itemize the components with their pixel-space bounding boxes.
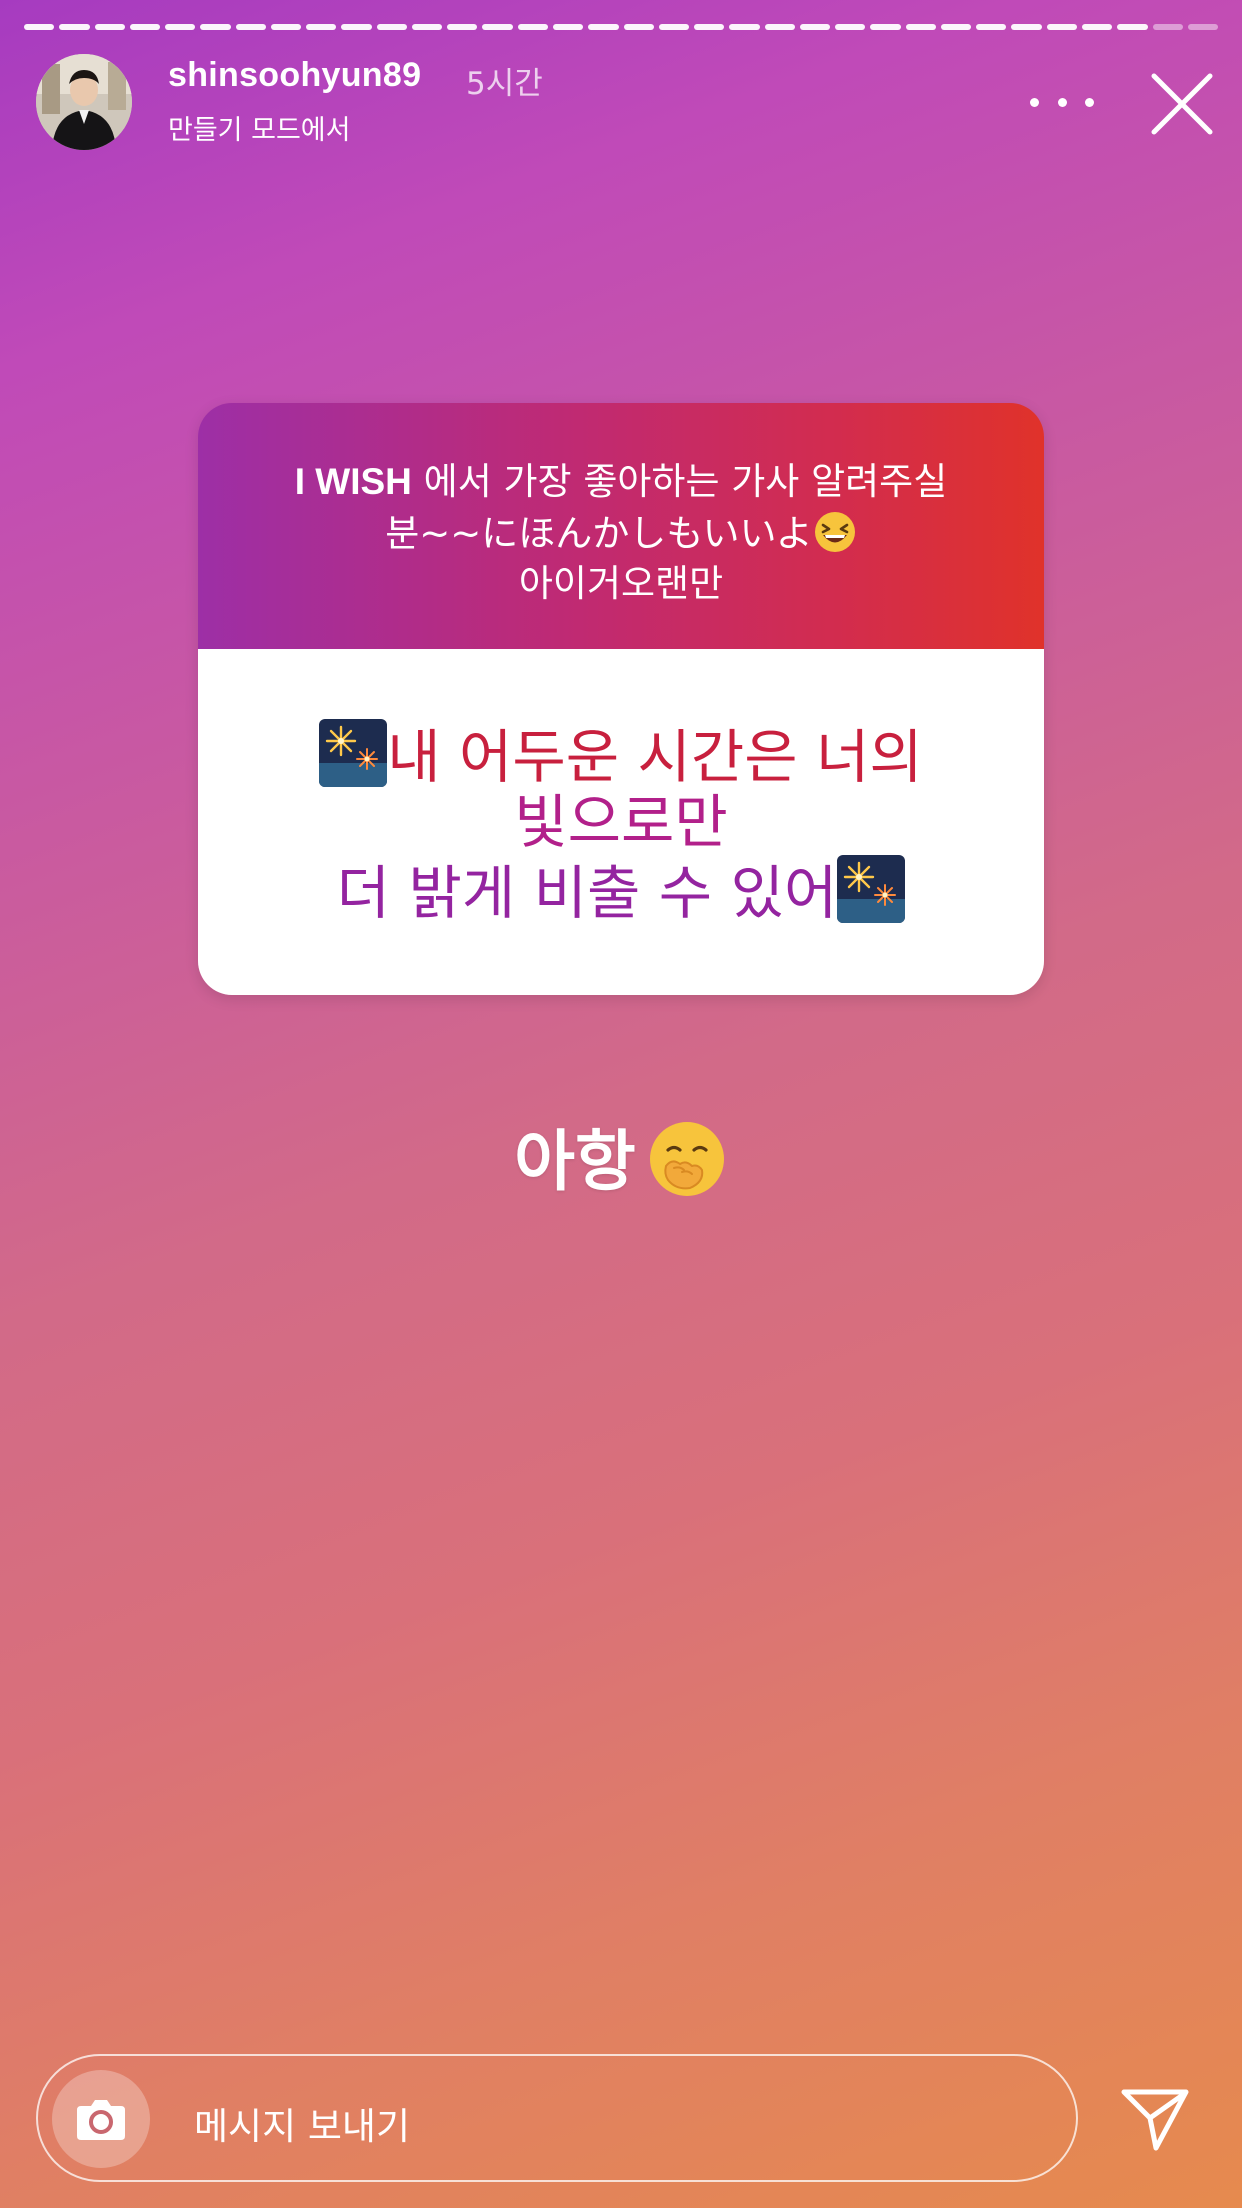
story-progress-segment [517, 24, 548, 30]
question-line-2: 분~~にほんかしもいいよ [198, 503, 1044, 557]
caption-text: 아항 [514, 1123, 636, 1200]
send-button[interactable] [1118, 2084, 1192, 2154]
reply-bar: 메시지 보내기 [36, 2054, 1078, 2182]
more-dot [1057, 97, 1067, 107]
story-progress-segment [1117, 24, 1148, 30]
fireworks-emoji-icon [319, 719, 388, 787]
message-input[interactable]: 메시지 보내기 [194, 2096, 410, 2150]
story-progress-segment [976, 24, 1007, 30]
question-text: 에서 가장 좋아하는 가사 알려주실 [411, 460, 948, 503]
story-progress-segment [552, 24, 584, 30]
story-progress-segment [270, 24, 302, 30]
avatar-image [36, 54, 132, 150]
story-progress-segment [694, 24, 725, 30]
story-progress-segment [306, 24, 337, 30]
story-progress-segment [94, 24, 125, 30]
story-progress-segment [59, 24, 90, 30]
story-progress-segment [588, 24, 619, 30]
story-progress-segment [835, 24, 866, 30]
more-dots-icon [1030, 97, 1039, 107]
story-subtitle[interactable]: 만들기 모드에서 [168, 108, 350, 147]
answer-text: 내 어두운 시간은 너의 [387, 723, 923, 791]
story-progress-segment [799, 24, 831, 30]
story-username[interactable]: shinsoohyun89 [168, 56, 421, 95]
story-caption: 아항 [0, 1108, 1242, 1204]
question-text: 분~~にほんかしもいいよ [385, 512, 813, 555]
question-line-1: I WISH 에서 가장 좋아하는 가사 알려주실 [198, 451, 1044, 505]
story-progress-segment [200, 24, 231, 30]
send-icon [1121, 2089, 1189, 2151]
fireworks-emoji-icon [837, 855, 906, 923]
story-progress-segment [376, 24, 407, 30]
story-progress-segment [1187, 24, 1219, 30]
close-icon [1151, 73, 1213, 135]
close-button[interactable] [1148, 70, 1216, 138]
story-progress-segment [165, 24, 196, 30]
question-latin-text: I WISH [294, 461, 412, 502]
more-options-button[interactable] [1030, 84, 1094, 120]
answer-body: 내 어두운 시간은 너의 빛으로만 더 밝게 비출 수 있어 [198, 649, 1044, 995]
story-progress-segment [24, 24, 55, 30]
question-line-3: 아이거오랜만 [518, 562, 724, 605]
camera-button[interactable] [52, 2070, 150, 2168]
story-progress-segment [905, 24, 936, 30]
story-progress-segment [341, 24, 372, 30]
story-viewer: shinsoohyun89 5시간 만들기 모드에서 I WISH 에서 가장 … [0, 0, 1242, 2208]
story-progress-segment [1081, 24, 1113, 30]
story-progress-segment [870, 24, 901, 30]
story-progress-segment [235, 24, 266, 30]
story-progress-segment [729, 24, 760, 30]
story-progress-segment [482, 24, 513, 30]
camera-icon [77, 2100, 125, 2140]
story-progress-segment [1011, 24, 1042, 30]
answer-text: 더 밝게 비출 수 있어 [336, 859, 838, 927]
question-sticker: I WISH 에서 가장 좋아하는 가사 알려주실 분~~にほんかしもいいよ 아… [198, 403, 1044, 995]
question-header: I WISH 에서 가장 좋아하는 가사 알려주실 분~~にほんかしもいいよ 아… [198, 403, 1044, 649]
story-progress-segment [129, 24, 161, 30]
story-progress-bar [24, 24, 1219, 30]
story-time-ago: 5시간 [466, 66, 543, 102]
profile-avatar[interactable] [36, 54, 132, 150]
story-progress-segment [1152, 24, 1183, 30]
answer-line-2: 빛으로만 [514, 788, 728, 856]
story-progress-segment [623, 24, 654, 30]
answer-line-3: 더 밝게 비출 수 있어 [198, 855, 1044, 928]
story-progress-segment [764, 24, 795, 30]
laughing-face-emoji-icon [813, 510, 857, 554]
more-dot [1085, 97, 1094, 107]
hand-over-mouth-emoji-icon [646, 1118, 728, 1200]
story-progress-segment [411, 24, 443, 30]
answer-line-1: 내 어두운 시간은 너의 [198, 719, 1044, 792]
story-progress-segment [940, 24, 972, 30]
story-progress-segment [1046, 24, 1077, 30]
story-progress-segment [447, 24, 478, 30]
story-progress-segment [658, 24, 690, 30]
